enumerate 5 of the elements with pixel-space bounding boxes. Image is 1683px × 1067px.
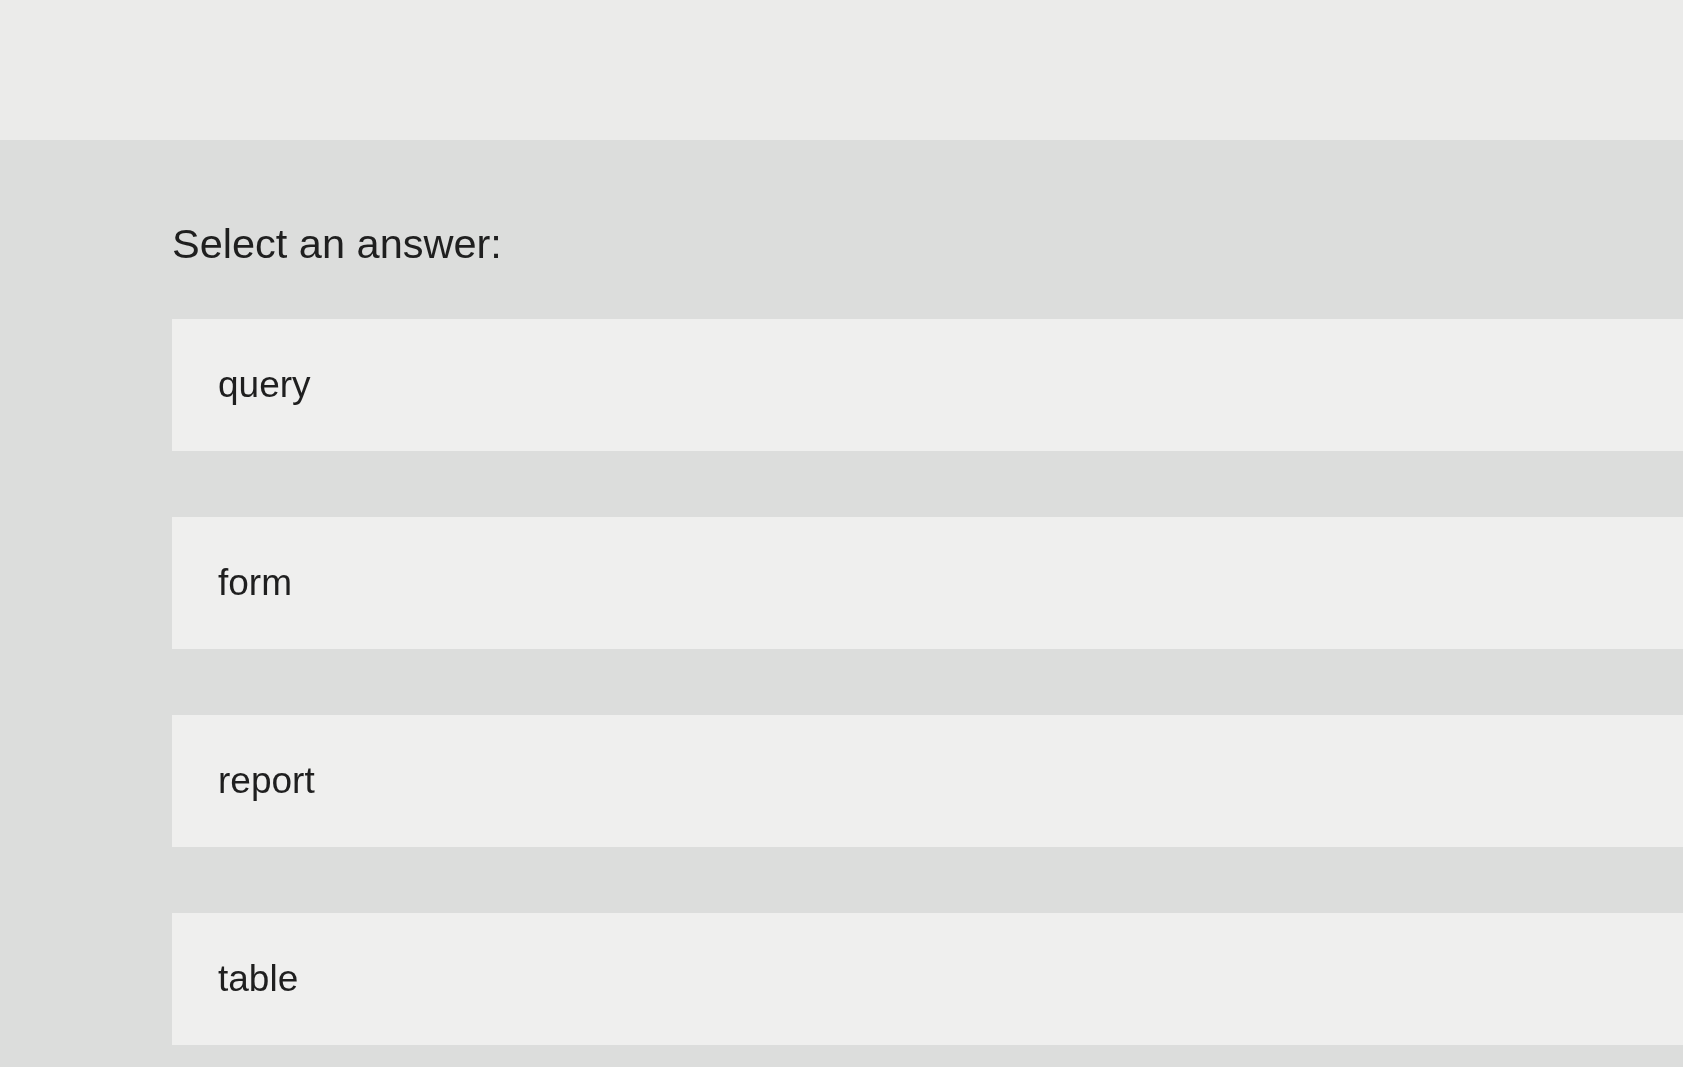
answer-option[interactable]: report	[172, 715, 1683, 847]
answer-option[interactable]: table	[172, 913, 1683, 1045]
answer-option[interactable]: form	[172, 517, 1683, 649]
prompt-text: Select an answer:	[172, 220, 502, 268]
answer-option[interactable]: query	[172, 319, 1683, 451]
